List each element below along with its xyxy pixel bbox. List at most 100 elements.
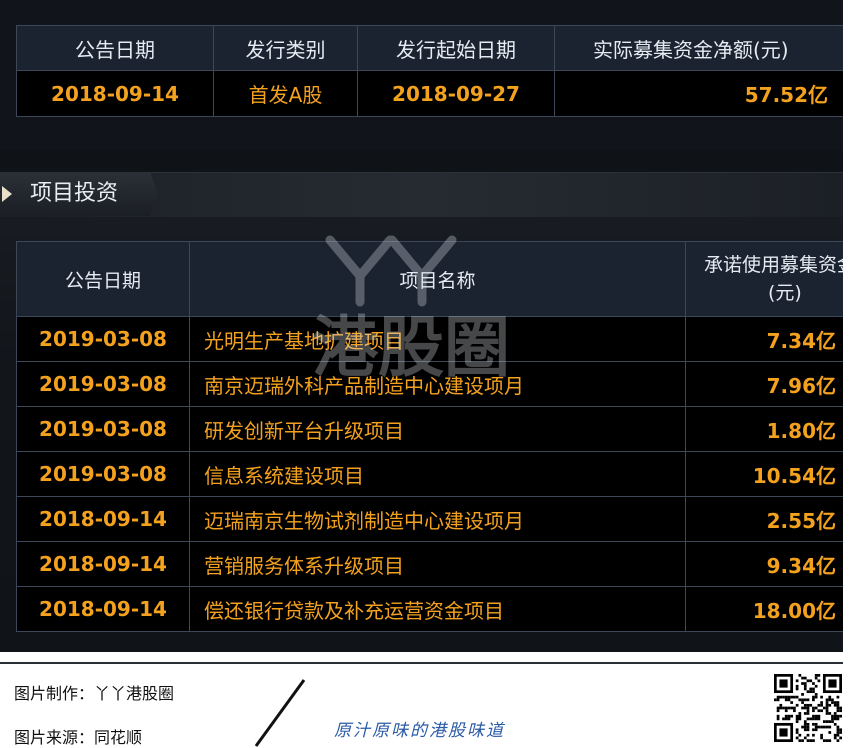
table-row[interactable]: 2018-09-14 偿还银行贷款及补充运营资金项目 18.00亿	[16, 586, 843, 632]
committed-amount: 9.34亿	[685, 541, 843, 587]
qr-module	[820, 703, 823, 707]
project-name: 营销服务体系升级项目	[189, 541, 686, 587]
qr-module	[825, 703, 829, 707]
qr-module	[806, 733, 810, 737]
qr-module	[801, 676, 804, 680]
qr-module	[806, 739, 810, 742]
qr-module	[787, 695, 791, 699]
qr-module	[790, 701, 794, 704]
qr-module	[820, 736, 823, 740]
qr-module	[798, 674, 802, 677]
qr-module	[787, 717, 791, 721]
qr-module	[801, 682, 804, 685]
qr-module	[836, 703, 840, 707]
qr-module	[787, 698, 791, 702]
qr-module	[839, 728, 842, 732]
qr-module	[836, 695, 840, 699]
qr-module	[817, 717, 821, 721]
project-name: 迈瑞南京生物试剂制造中心建设项月	[189, 496, 686, 542]
qr-module	[784, 709, 788, 713]
project-name: 偿还银行贷款及补充运营资金项目	[189, 586, 686, 632]
qr-module	[814, 676, 818, 680]
qr-module	[793, 709, 796, 713]
qr-module	[790, 714, 794, 718]
column-header: 发行类别	[213, 25, 358, 71]
announce-date: 2018-09-14	[16, 496, 190, 542]
qr-module	[795, 687, 799, 691]
qr-module	[779, 706, 783, 710]
qr-module	[817, 703, 821, 707]
qr-module	[803, 706, 807, 710]
qr-module	[836, 706, 840, 710]
qr-module	[812, 687, 815, 691]
qr-module	[814, 728, 818, 732]
qr-module	[812, 706, 815, 710]
announce-date: 2018-09-14	[16, 586, 190, 632]
committed-amount: 7.34亿	[685, 316, 843, 362]
qr-module	[795, 703, 799, 707]
project-name: 信息系统建设项目	[189, 451, 686, 497]
qr-code-icon[interactable]	[774, 674, 842, 742]
table-row[interactable]: 2018-09-14 营销服务体系升级项目 9.34亿	[16, 541, 843, 587]
table-row[interactable]: 2019-03-08 南京迈瑞外科产品制造中心建设项月 7.96亿	[16, 361, 843, 407]
qr-module	[809, 717, 813, 721]
qr-module	[776, 695, 780, 699]
qr-module	[814, 695, 818, 699]
qr-module	[803, 687, 807, 691]
qr-module	[833, 712, 837, 715]
qr-module	[814, 714, 818, 718]
qr-module	[817, 714, 821, 718]
announce-date: 2019-03-08	[16, 316, 190, 362]
qr-module	[795, 720, 799, 723]
qr-module	[784, 714, 788, 718]
qr-module	[806, 709, 810, 713]
qr-module	[836, 701, 840, 704]
qr-module	[812, 698, 815, 702]
qr-module	[798, 714, 802, 718]
qr-module	[836, 733, 840, 737]
table-row[interactable]: 2018-09-14 迈瑞南京生物试剂制造中心建设项月 2.55亿	[16, 496, 843, 542]
table-header-row: 公告日期 项目名称 承诺使用募集资金 (元)	[16, 241, 843, 317]
qr-module	[820, 709, 823, 713]
qr-module	[825, 698, 829, 702]
qr-module	[806, 698, 810, 702]
qr-module	[809, 703, 813, 707]
qr-module	[793, 695, 796, 699]
table-row[interactable]: 2019-03-08 光明生产基地扩建项目 7.34亿	[16, 316, 843, 362]
qr-module	[833, 733, 837, 737]
qr-module	[798, 712, 802, 715]
qr-module	[812, 717, 815, 721]
qr-module	[779, 728, 788, 737]
column-header: 发行起始日期	[357, 25, 555, 71]
qr-module	[809, 687, 813, 691]
qr-module	[790, 695, 794, 699]
qr-module	[803, 736, 807, 740]
qr-module	[812, 690, 815, 694]
table-row[interactable]: 2018-09-14 首发A股 2018-09-27 57.52亿	[16, 70, 843, 117]
qr-module	[828, 712, 832, 715]
qr-module	[812, 709, 815, 713]
qr-module	[817, 679, 821, 683]
table-row[interactable]: 2019-03-08 信息系统建设项目 10.54亿	[16, 451, 843, 497]
qr-module	[806, 706, 810, 710]
qr-module	[790, 706, 794, 710]
column-header: 实际募集资金净额(元)	[554, 25, 843, 71]
qr-module	[825, 706, 829, 710]
qr-module	[803, 684, 807, 688]
qr-module	[828, 731, 832, 734]
qr-module	[831, 698, 834, 702]
qr-module	[787, 714, 791, 718]
qr-module	[814, 693, 818, 696]
qr-module	[776, 709, 780, 713]
section-arrow-icon	[2, 186, 12, 202]
qr-module	[814, 722, 818, 726]
issue-table: 公告日期 发行类别 发行起始日期 实际募集资金净额(元) 2018-09-14 …	[16, 25, 843, 117]
table-row[interactable]: 2019-03-08 研发创新平台升级项目 1.80亿	[16, 406, 843, 452]
qr-module	[814, 706, 818, 710]
qr-module	[779, 695, 783, 699]
qr-module	[801, 698, 804, 702]
qr-module	[817, 674, 821, 677]
qr-module	[812, 722, 815, 726]
qr-module	[798, 698, 802, 702]
qr-module	[782, 706, 785, 710]
